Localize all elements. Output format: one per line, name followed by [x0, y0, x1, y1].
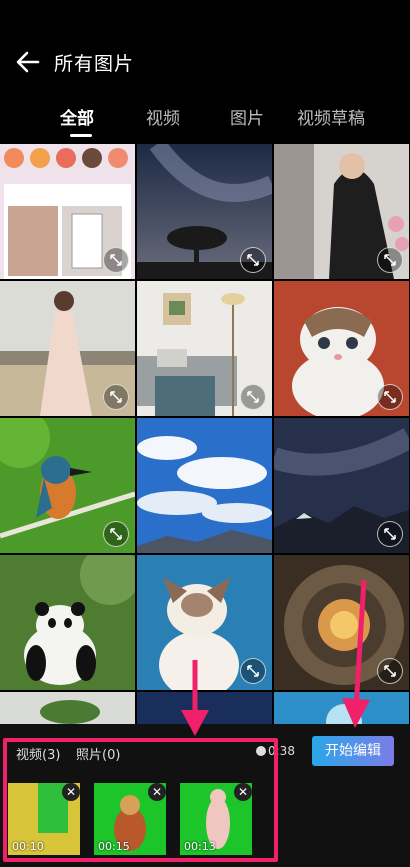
media-item-night-tree[interactable]	[137, 144, 272, 279]
tab-bar: 全部 视频 图片 视频草稿	[0, 104, 410, 140]
expand-icon[interactable]	[240, 658, 266, 684]
media-item-woman-dress[interactable]	[0, 281, 135, 416]
page-title: 所有图片	[54, 53, 135, 75]
expand-icon[interactable]	[377, 521, 403, 547]
expand-icon[interactable]	[103, 521, 129, 547]
start-edit-button[interactable]: 开始编辑	[312, 736, 394, 766]
expand-icon[interactable]	[240, 247, 266, 273]
annotation-arrow-down-icon	[181, 660, 209, 736]
media-item-room[interactable]	[137, 281, 272, 416]
tab-image[interactable]: 图片	[230, 104, 264, 129]
media-item-kingfisher[interactable]	[0, 418, 135, 553]
active-tab-indicator	[70, 134, 92, 137]
media-item-kitten[interactable]	[274, 281, 409, 416]
tab-video[interactable]: 视频	[146, 104, 180, 129]
expand-icon[interactable]	[377, 384, 403, 410]
header: 所有图片	[0, 0, 410, 98]
annotation-highlight-box	[3, 738, 278, 862]
tab-all[interactable]: 全部	[60, 104, 94, 129]
annotation-arrow-edit-icon	[342, 580, 370, 728]
media-item-screenshot[interactable]	[0, 144, 135, 279]
expand-icon[interactable]	[240, 384, 266, 410]
expand-icon[interactable]	[377, 658, 403, 684]
media-item-panda[interactable]	[0, 555, 135, 690]
expand-icon[interactable]	[103, 247, 129, 273]
tab-video-drafts[interactable]: 视频草稿	[297, 104, 365, 129]
media-item-blue-sky[interactable]	[137, 418, 272, 553]
media-item-partial-1[interactable]	[0, 692, 135, 724]
back-arrow-icon[interactable]	[14, 48, 42, 76]
media-item-starry-mountains[interactable]	[274, 418, 409, 553]
expand-icon[interactable]	[103, 384, 129, 410]
expand-icon[interactable]	[377, 247, 403, 273]
media-item-woman-coat[interactable]	[274, 144, 409, 279]
